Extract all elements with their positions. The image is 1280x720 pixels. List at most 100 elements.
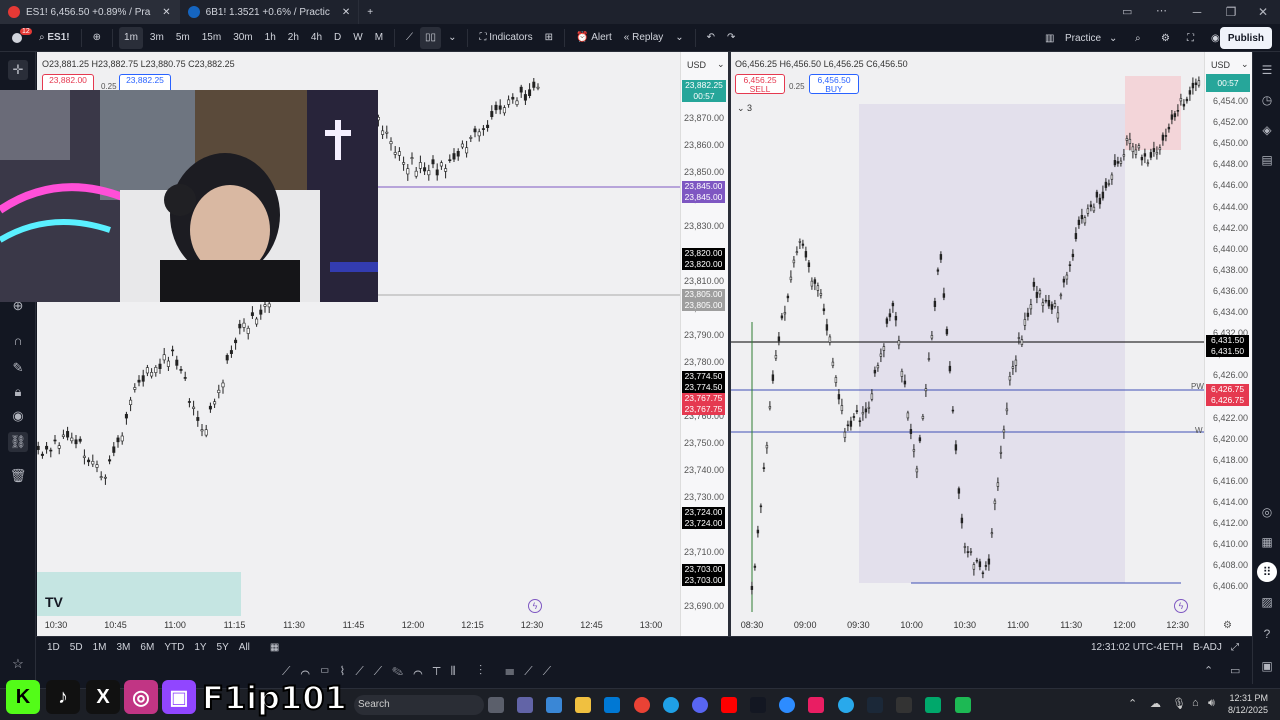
lightning-icon[interactable]: ϟ [528,599,542,613]
task-view-icon[interactable] [488,697,504,713]
session-toggle[interactable]: ETH [1160,642,1186,653]
range-1d[interactable]: 1D [44,642,63,653]
target-icon[interactable]: ◎ [1257,502,1277,522]
store-icon[interactable] [604,697,620,713]
interval-3m[interactable]: 3m [145,27,169,49]
goto-date-icon[interactable]: ▦ [267,642,282,653]
copilot-icon[interactable] [546,697,562,713]
interval-15m[interactable]: 15m [197,27,226,49]
collapse-indicators[interactable]: ⌄ 3 [737,103,752,114]
chevron-down-icon[interactable]: ⌄ [1241,59,1249,70]
taskbar-clock[interactable]: 12:31 PM 8/12/2025 [1228,692,1268,716]
volume-icon[interactable]: 🔊︎ [1208,697,1215,710]
left-price-axis[interactable]: USD ⌄ 23,882.25 00:57 23,870.00 23,860.00 2… [680,52,728,636]
layers-icon[interactable]: ◈ [1257,120,1277,140]
interval-4h[interactable]: 4h [306,27,327,49]
fullscreen-icon[interactable]: ⛶ [1182,27,1199,49]
close-window-icon[interactable]: ✕ [1246,0,1280,24]
tradingview-icon[interactable] [750,697,766,713]
alert-button[interactable]: ⏰ Alert [571,27,617,49]
maximize-icon[interactable]: ❐ [1214,0,1248,24]
interval-d[interactable]: D [329,27,346,49]
candles-icon[interactable]: ▯▯ [420,26,442,49]
clock-readout[interactable]: 12:31:02 UTC-4 [1088,642,1165,653]
line-chart-icon[interactable]: ⟋ [401,27,418,49]
new-tab-button[interactable]: + [359,0,381,24]
interval-30m[interactable]: 30m [228,27,257,49]
settings-gear-icon[interactable]: ⚙ [1156,27,1175,49]
interval-1m[interactable]: 1m [119,26,143,49]
range-1m[interactable]: 1M [90,642,110,653]
interval-m[interactable]: M [370,27,388,49]
chrome-icon[interactable] [634,697,650,713]
network-icon[interactable]: ⌂ [1192,697,1199,709]
replay-button[interactable]: « Replay [619,27,668,49]
interval-w[interactable]: W [348,27,367,49]
right-sell-button[interactable]: 6,456.25 SELL [735,74,785,94]
compare-button[interactable]: ⊕ [88,27,106,49]
indicators-button[interactable]: ⛶ Indicators [474,27,537,49]
app-icon-3[interactable] [955,697,971,713]
window-icon[interactable]: ▭ [1230,664,1240,677]
right-buy-button[interactable]: 6,456.50 BUY [809,74,859,94]
chat-icon[interactable]: ▤ [1257,150,1277,170]
zoom-app-icon[interactable] [779,697,795,713]
chevron-down-icon[interactable]: ⌄ [443,27,461,49]
range-1y[interactable]: 1Y [191,642,209,653]
range-3m[interactable]: 3M [114,642,134,653]
undo-icon[interactable]: ↶ [702,27,720,49]
right-chart-pane[interactable]: O6,456.25 H6,456.50 L6,456.25 C6,456.50 … [731,52,1204,636]
app-icon-2[interactable] [896,697,912,713]
cloud-icon[interactable]: ☁ [1150,697,1161,710]
range-5d[interactable]: 5D [67,642,86,653]
chevron-down-icon[interactable]: ⌄ [717,59,725,70]
lock-icon[interactable]: 🔒︎ [8,382,28,402]
browser-tab-6b[interactable]: 6B1! 1.3521 +0.6% / Practic ✕ [180,0,360,24]
templates-icon[interactable]: ⊞ [540,27,558,49]
user-avatar[interactable]: 12 [8,27,32,49]
file-explorer-icon[interactable] [575,697,591,713]
chevron-up-icon[interactable]: ⌃ [1204,664,1213,677]
close-tab-icon[interactable]: ✕ [162,7,170,18]
range-6m[interactable]: 6M [137,642,157,653]
range-5y[interactable]: 5Y [214,642,232,653]
adjustment-toggle[interactable]: B-ADJ [1190,642,1225,653]
range-all[interactable]: All [236,642,253,653]
eye-icon[interactable]: ◉ [8,406,28,426]
layout-icon[interactable]: ▥ [1040,27,1059,49]
more-icon[interactable]: ⋯ [1156,4,1167,17]
right-price-axis[interactable]: USD ⌄ 00:57 6,454.00 6,452.00 6,450.00 6,44… [1204,52,1252,636]
publish-button[interactable]: Publish [1219,27,1272,49]
steam-icon[interactable] [867,697,883,713]
drawing-tools-icons[interactable]: ⟋⌒▭⌇⟋⟋✎⌒⊤⫴ ⋮ ☰⟋⟋ [282,664,561,679]
expand-icon[interactable]: ⤢ [1228,642,1242,653]
symbol-search[interactable]: ⌕ ES1! [34,27,75,49]
interval-2h[interactable]: 2h [283,27,304,49]
edge-icon[interactable] [663,697,679,713]
close-tab-icon[interactable]: ✕ [342,7,350,18]
taskbar-search[interactable]: Search [354,695,484,715]
cast-icon[interactable]: ▭ [1122,5,1132,18]
magnet-icon[interactable]: ∩ [8,330,28,350]
star-icon[interactable]: ☆ [8,654,28,674]
practice-button[interactable]: Practice [1060,27,1106,49]
telegram-icon[interactable] [838,697,854,713]
calendar-icon[interactable]: ▦ [1257,532,1277,552]
notes-icon[interactable] [925,697,941,713]
notifications-icon[interactable]: ▣ [1257,656,1277,676]
app-icon[interactable] [808,697,824,713]
teams-icon[interactable] [517,697,533,713]
youtube-icon[interactable] [721,697,737,713]
mic-icon[interactable]: 🎙︎ [1172,697,1186,710]
watchlist-icon[interactable]: ☰ [1257,60,1277,80]
apps-icon[interactable]: ⠿ [1257,562,1277,582]
hotlist-icon[interactable]: ▨ [1257,592,1277,612]
crosshair-icon[interactable]: ✛ [8,60,28,80]
pencil-icon[interactable]: ✎ [8,358,28,378]
chevron-down-icon[interactable]: ⌄ [1104,27,1122,49]
discord-icon[interactable] [692,697,708,713]
help-icon[interactable]: ? [1257,624,1277,644]
settings-gear-icon[interactable]: ⚙ [1223,620,1232,631]
link-icon[interactable]: ⛓ [8,432,28,452]
tray-chevron-icon[interactable]: ⌃ [1128,697,1137,710]
